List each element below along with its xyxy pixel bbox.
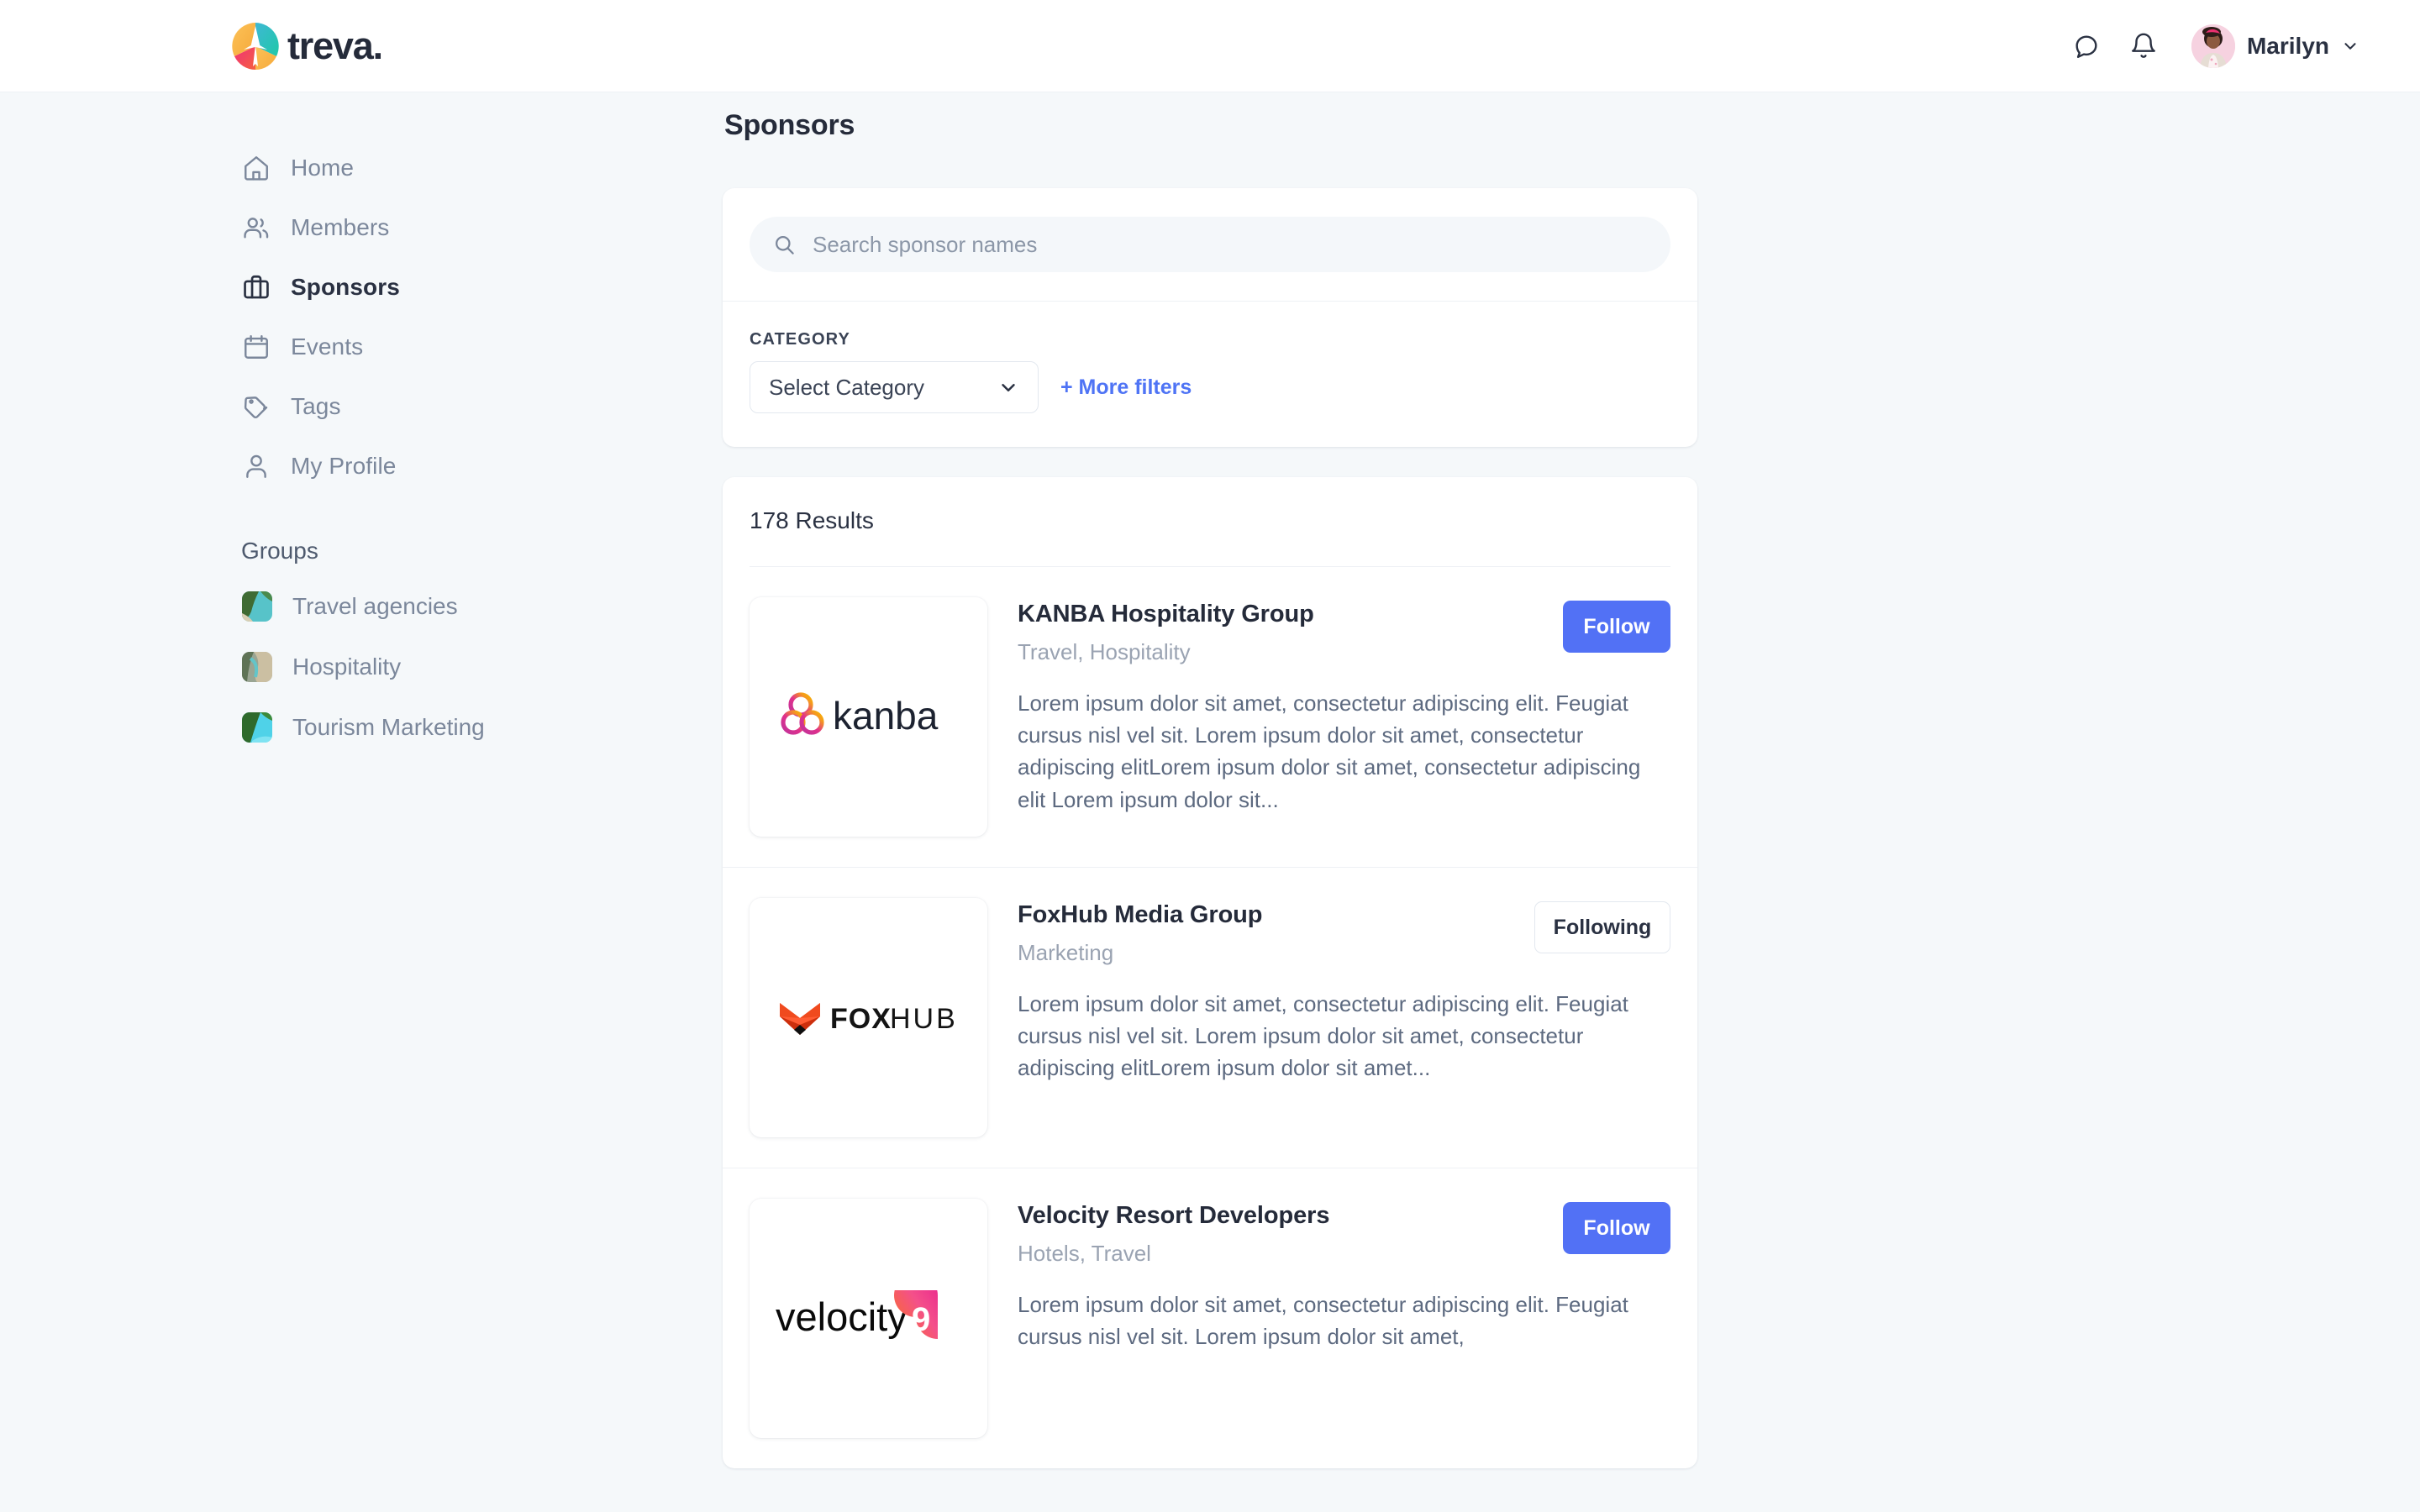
- sponsor-description: Lorem ipsum dolor sit amet, consectetur …: [1018, 1292, 1628, 1350]
- results-header: 178 Results: [723, 477, 1697, 566]
- sponsor-description: Lorem ipsum dolor sit amet, consectetur …: [1018, 991, 1628, 1081]
- svg-text:velocity: velocity: [776, 1294, 908, 1339]
- sidebar-item-label: Events: [291, 333, 364, 360]
- sidebar-group-hospitality[interactable]: Hospitality: [242, 637, 723, 697]
- person-icon: [242, 452, 271, 480]
- brand-logo[interactable]: treva.: [229, 19, 383, 73]
- svg-text:HUB: HUB: [890, 1003, 958, 1035]
- sponsor-header: FoxHub Media Group Marketing Following: [1018, 901, 1670, 966]
- sponsor-details: Velocity Resort Developers Hotels, Trave…: [1018, 1199, 1670, 1438]
- sponsor-list-item[interactable]: FOX HUB FoxHub Media Group Marketing Fol…: [723, 867, 1697, 1168]
- foxhub-logo-icon: FOX HUB: [776, 991, 961, 1044]
- sidebar-group-tourism-marketing[interactable]: Tourism Marketing: [242, 697, 723, 758]
- category-select-value: Select Category: [769, 374, 924, 400]
- sidebar-item-events[interactable]: Events: [242, 317, 723, 376]
- groups-heading: Groups: [241, 538, 318, 564]
- sponsor-categories: Travel, Hospitality: [1018, 639, 1191, 664]
- sidebar-item-label: Sponsors: [291, 273, 400, 300]
- chevron-down-icon[interactable]: [2341, 37, 2360, 55]
- sidebar-item-label: Members: [291, 213, 390, 240]
- sponsor-logo-tile: kanba: [750, 597, 987, 837]
- sponsor-categories: Hotels, Travel: [1018, 1241, 1151, 1266]
- user-menu[interactable]: Marilyn: [2191, 24, 2360, 68]
- search-section: [723, 188, 1697, 302]
- avatar: [2191, 24, 2235, 68]
- page-title: Sponsors: [724, 109, 855, 141]
- calendar-icon: [242, 333, 271, 361]
- kanba-logo-icon: kanba: [780, 689, 957, 745]
- sidebar-item-sponsors[interactable]: Sponsors: [242, 257, 723, 317]
- sidebar-item-label: Tags: [291, 392, 341, 419]
- sponsor-description: Lorem ipsum dolor sit amet, consectetur …: [1018, 690, 1641, 812]
- sponsor-details: FoxHub Media Group Marketing Following L…: [1018, 898, 1670, 1137]
- sidebar-item-label: Home: [291, 154, 355, 181]
- group-thumbnail-coast-icon: [242, 652, 272, 682]
- sidebar-item-tags[interactable]: Tags: [242, 376, 723, 436]
- svg-text:FOX: FOX: [830, 1003, 892, 1035]
- category-select[interactable]: Select Category: [750, 361, 1039, 413]
- sponsor-name: FoxHub Media Group: [1018, 901, 1263, 928]
- svg-text:kanba: kanba: [833, 694, 939, 738]
- group-label: Tourism Marketing: [292, 714, 485, 740]
- tag-icon: [242, 392, 271, 421]
- sponsor-details: KANBA Hospitality Group Travel, Hospital…: [1018, 597, 1670, 837]
- main-content: Sponsors CATEGORY Se: [723, 92, 2420, 1512]
- follow-button[interactable]: Follow: [1563, 601, 1670, 653]
- header-actions: Marilyn: [2072, 24, 2360, 68]
- app-header: treva. Marilyn: [0, 0, 2420, 92]
- members-icon: [242, 213, 271, 242]
- sponsor-logo-tile: FOX HUB: [750, 898, 987, 1137]
- brand-name: treva.: [287, 24, 383, 67]
- chat-bubble-icon[interactable]: [2072, 32, 2101, 60]
- velocity-logo-icon: velocity 9: [776, 1273, 962, 1347]
- filter-row: Select Category + More filters: [750, 361, 1670, 413]
- results-count: 178 Results: [750, 507, 874, 533]
- search-icon: [773, 234, 796, 256]
- more-filters-link[interactable]: + More filters: [1060, 375, 1192, 400]
- group-thumbnail-lagoon-icon: [242, 712, 272, 743]
- page-layout: Home Members Sponsors Events Tags My Pro…: [0, 92, 2420, 1512]
- sponsor-categories: Marketing: [1018, 940, 1114, 965]
- group-thumbnail-beach-icon: [242, 591, 272, 622]
- sponsor-name: Velocity Resort Developers: [1018, 1202, 1330, 1229]
- sponsor-header: KANBA Hospitality Group Travel, Hospital…: [1018, 601, 1670, 665]
- results-card: 178 Results kanba KANBA Hospitality Grou…: [723, 477, 1697, 1468]
- filter-section: CATEGORY Select Category + More filters: [723, 302, 1697, 447]
- search-box[interactable]: [750, 217, 1670, 272]
- sidebar-item-my-profile[interactable]: My Profile: [242, 436, 723, 496]
- sidebar-group-travel-agencies[interactable]: Travel agencies: [242, 576, 723, 637]
- chevron-down-icon: [997, 376, 1019, 398]
- sidebar-item-label: My Profile: [291, 452, 397, 479]
- following-button[interactable]: Following: [1534, 901, 1670, 953]
- notification-bell-icon[interactable]: [2129, 32, 2158, 60]
- group-label: Hospitality: [292, 654, 402, 680]
- sponsor-list-item[interactable]: kanba KANBA Hospitality Group Travel, Ho…: [723, 567, 1697, 867]
- search-input[interactable]: [813, 231, 1647, 258]
- sidebar-item-members[interactable]: Members: [242, 197, 723, 257]
- sponsor-name: KANBA Hospitality Group: [1018, 601, 1314, 627]
- filter-card: CATEGORY Select Category + More filters: [723, 188, 1697, 447]
- sponsor-header: Velocity Resort Developers Hotels, Trave…: [1018, 1202, 1670, 1267]
- sponsor-list-item[interactable]: velocity 9 Velocity Resort Developers Ho…: [723, 1168, 1697, 1468]
- briefcase-icon: [242, 273, 271, 302]
- follow-button[interactable]: Follow: [1563, 1202, 1670, 1254]
- svg-text:9: 9: [912, 1301, 930, 1338]
- sidebar: Home Members Sponsors Events Tags My Pro…: [0, 92, 723, 1512]
- sidebar-item-home[interactable]: Home: [242, 138, 723, 197]
- sponsor-logo-tile: velocity 9: [750, 1199, 987, 1438]
- category-label: CATEGORY: [750, 330, 850, 349]
- treva-plane-circle-logo-icon: [229, 19, 282, 73]
- home-icon: [242, 154, 271, 182]
- user-name: Marilyn: [2246, 32, 2329, 59]
- group-label: Travel agencies: [292, 593, 458, 619]
